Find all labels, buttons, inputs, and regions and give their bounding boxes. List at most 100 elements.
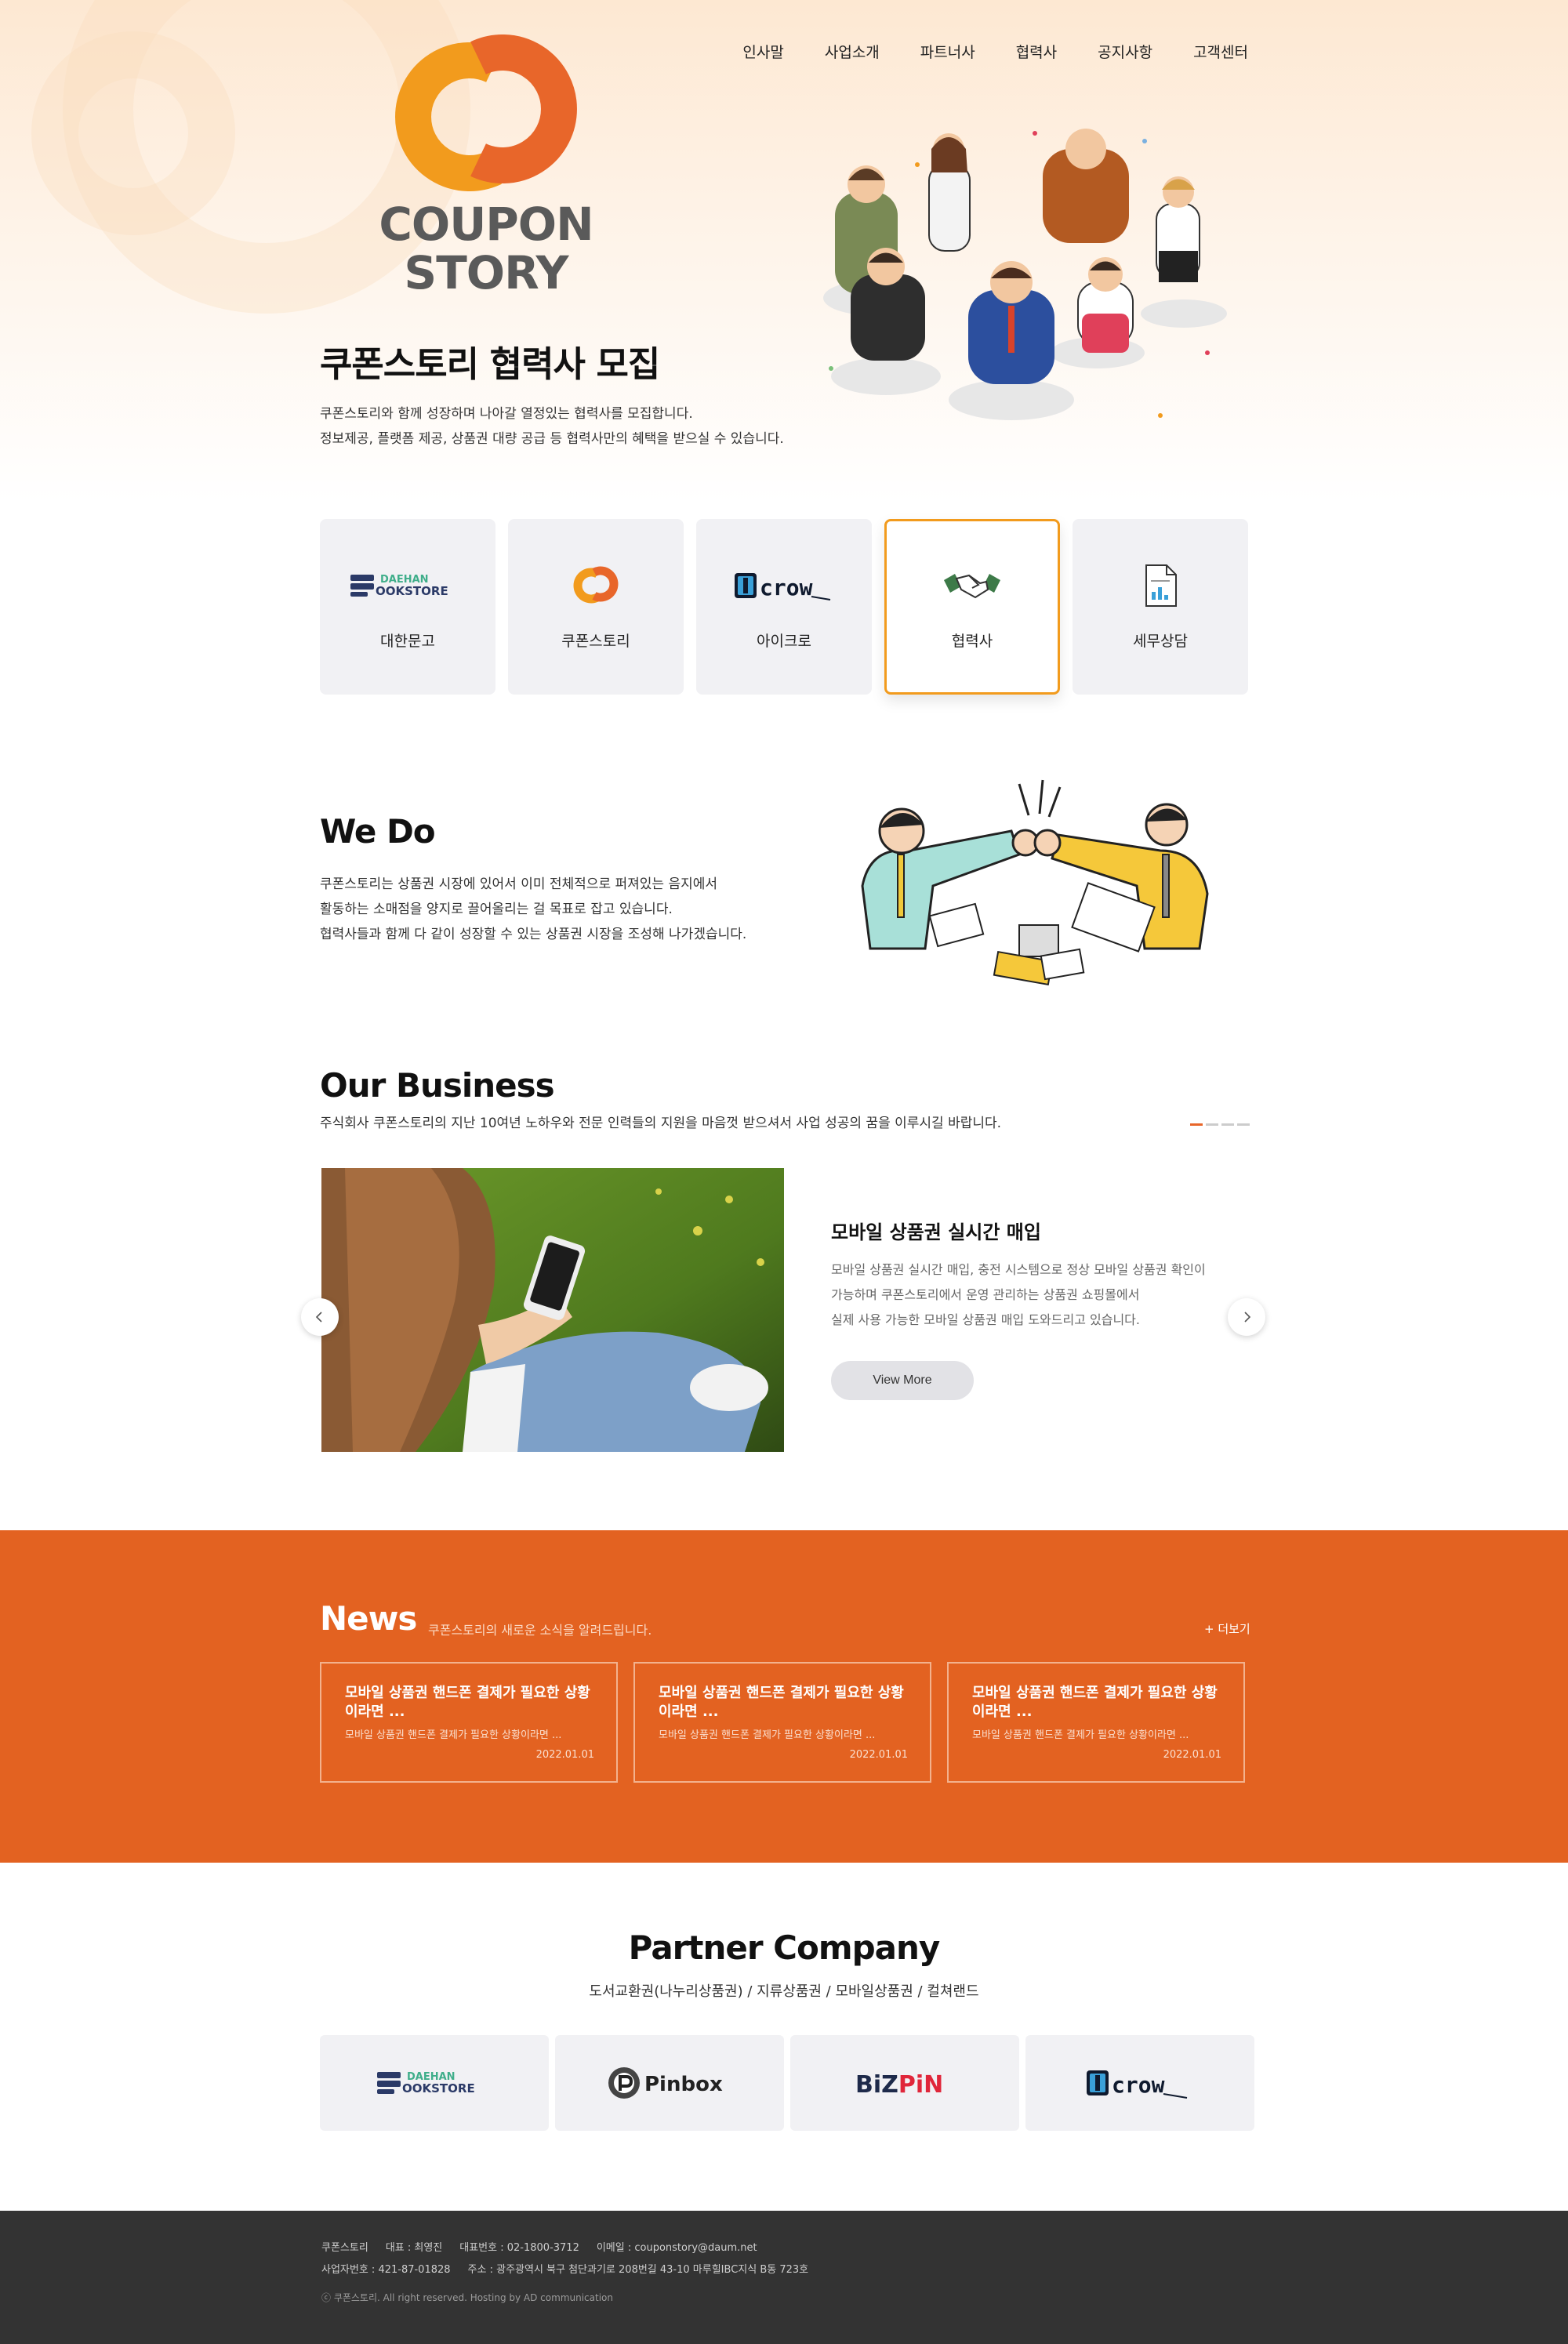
footer-company: 쿠폰스토리 [321,2242,368,2254]
logo-line-1: COUPON [379,198,593,251]
document-chart-icon [1142,564,1179,608]
slide-desc-line: 모바일 상품권 실시간 매입, 충전 시스템으로 정상 모바일 상품권 확인이 [831,1262,1206,1277]
news-card[interactable]: 모바일 상품권 핸드폰 결제가 필요한 상황이라면 ... 모바일 상품권 핸드… [320,1662,618,1783]
slide-description: 모바일 상품권 실시간 매입, 충전 시스템으로 정상 모바일 상품권 확인이 … [831,1257,1206,1333]
footer-info-row: 사업자번호 : 421-87-01828 주소 : 광주광역시 북구 첨단과기로… [321,2261,808,2276]
couponstory-logo[interactable] [376,34,596,194]
slider-dot[interactable] [1190,1123,1203,1126]
news-card-desc: 모바일 상품권 핸드폰 결제가 필요한 상황이라면 ... [659,1729,876,1741]
business-title: Our Business [320,1066,555,1105]
slide-title: 모바일 상품권 실시간 매입 [831,1221,1041,1243]
business-photo [321,1168,784,1452]
view-more-button[interactable]: View More [831,1361,974,1400]
hero-background [0,0,1568,502]
partners-title: Partner Company [628,1929,941,1967]
nav-support[interactable]: 고객센터 [1193,41,1248,62]
nav-greeting[interactable]: 인사말 [742,41,783,62]
hero-desc-line: 쿠폰스토리와 함께 성장하며 나아갈 열정있는 협력사를 모집합니다. [320,406,693,422]
nav-notice[interactable]: 공지사항 [1098,41,1152,62]
partner-icrow[interactable]: crow [1025,2035,1254,2131]
svg-text:OOKSTORE: OOKSTORE [402,2081,475,2095]
slider-prev-button[interactable] [301,1298,339,1336]
footer [0,2211,1568,2344]
news-subtitle: 쿠폰스토리의 새로운 소식을 알려드립니다. [428,1623,652,1638]
news-card-title: 모바일 상품권 핸드폰 결제가 필요한 상황이라면 ... [972,1685,1218,1720]
news-card-title: 모바일 상품권 핸드폰 결제가 필요한 상황이라면 ... [345,1685,590,1720]
partner-bizpin[interactable]: BiZPiN [790,2035,1019,2131]
slider-dot[interactable] [1221,1123,1234,1126]
wedo-line: 쿠폰스토리는 상품권 시장에 있어서 이미 전체적으로 퍼져있는 음지에서 [320,876,718,892]
card-label: 협력사 [951,632,993,650]
svg-text:OOKSTORE: OOKSTORE [376,584,448,598]
news-list: 모바일 상품권 핸드폰 결제가 필요한 상황이라면 ... 모바일 상품권 핸드… [320,1662,1245,1783]
fist-bump-illustration [855,776,1215,988]
logo-wordmark: COUPON STORY [376,200,596,297]
daehan-bookstore-logo: DAEHAN OOKSTORE [377,2071,475,2095]
icrow-logo: crow [1087,2070,1188,2099]
footer-bizno: 사업자번호 : 421-87-01828 [321,2264,451,2276]
hero-title: 쿠폰스토리 협력사 모집 [320,343,660,385]
card-label: 아이크로 [757,632,811,650]
footer-email[interactable]: 이메일 : couponstory@daum.net [597,2239,757,2254]
slider-next-button[interactable] [1228,1298,1265,1336]
svg-text:BiZPiN: BiZPiN [855,2071,943,2099]
news-card-desc: 모바일 상품권 핸드폰 결제가 필요한 상황이라면 ... [972,1729,1189,1741]
wedo-line: 협력사들과 함께 다 같이 성장할 수 있는 상품권 시장을 조성해 나가겠습니… [320,927,747,942]
nav-business[interactable]: 사업소개 [825,41,880,62]
card-daehan[interactable]: DAEHAN OOKSTORE 대한문고 [320,519,495,695]
footer-copyright: ⓒ 쿠폰스토리. All right reserved. Hosting by … [321,2292,613,2303]
top-nav: 인사말 사업소개 파트너사 협력사 공지사항 고객센터 [742,41,1248,62]
news-card-date: 2022.01.01 [1163,1749,1221,1761]
partners-subtitle: 도서교환권(나누리상품권) / 지류상품권 / 모바일상품권 / 컬쳐랜드 [589,1983,979,2000]
footer-phone: 대표번호 : 02-1800-3712 [459,2242,579,2254]
chevron-left-icon [315,1312,322,1323]
handshake-icon [941,564,1004,608]
card-label: 쿠폰스토리 [561,632,630,650]
slider-pagination [1190,1123,1250,1126]
slide-desc-line: 가능하며 쿠폰스토리에서 운영 관리하는 상품권 쇼핑몰에서 [831,1287,1140,1302]
svg-text:crow: crow [1112,2072,1165,2098]
daehan-bookstore-logo: DAEHAN OOKSTORE [349,564,466,608]
slide-desc-line: 실제 사용 가능한 모바일 상품권 매입 도와드리고 있습니다. [831,1312,1140,1327]
pinbox-logo: Pinbox [608,2067,723,2099]
hero-desc-line: 정보제공, 플랫폼 제공, 상품권 대량 공급 등 협력사만의 혜택을 받으실 … [320,431,784,447]
svg-text:crow: crow [760,575,813,601]
couponstory-logo-icon [568,564,624,608]
wedo-title: We Do [320,812,436,851]
card-tax-consulting[interactable]: 세무상담 [1073,519,1248,695]
card-label: 세무상담 [1133,632,1188,650]
quick-link-cards: DAEHAN OOKSTORE 대한문고 쿠폰스토리 crow 아이크로 협력사… [320,519,1248,695]
footer-address: 주소 : 광주광역시 북구 첨단과기로 208번길 43-10 마루힐IBC지식… [467,2264,809,2276]
nav-partners[interactable]: 파트너사 [920,41,975,62]
card-couponstory[interactable]: 쿠폰스토리 [508,519,684,695]
card-label: 대한문고 [380,632,435,650]
slider-dot[interactable] [1237,1123,1250,1126]
wedo-description: 쿠폰스토리는 상품권 시장에 있어서 이미 전체적으로 퍼져있는 음지에서 활동… [320,872,746,947]
partner-logos: DAEHAN OOKSTORE Pinbox BiZPiN crow [320,2035,1254,2131]
news-card-date: 2022.01.01 [535,1749,594,1761]
news-card[interactable]: 모바일 상품권 핸드폰 결제가 필요한 상황이라면 ... 모바일 상품권 핸드… [947,1662,1245,1783]
news-card-date: 2022.01.01 [849,1749,908,1761]
crowd-illustration [800,118,1239,455]
business-description: 주식회사 쿠폰스토리의 지난 10여년 노하우와 전문 인력들의 지원을 마음껏… [320,1116,1002,1131]
chevron-right-icon [1244,1312,1251,1323]
bizpin-logo: BiZPiN [855,2071,943,2099]
partner-pinbox[interactable]: Pinbox [555,2035,784,2131]
footer-info-row: 쿠폰스토리 대표 : 최영진 대표번호 : 02-1800-3712 이메일 :… [321,2239,757,2254]
nav-cooperators[interactable]: 협력사 [1016,41,1057,62]
hero-description: 쿠폰스토리와 함께 성장하며 나아갈 열정있는 협력사를 모집합니다. 정보제공… [320,401,784,452]
svg-text:Pinbox: Pinbox [644,2073,723,2096]
news-more-link[interactable]: + 더보기 [1204,1620,1250,1637]
logo-line-2: STORY [404,246,568,299]
news-card-title: 모바일 상품권 핸드폰 결제가 필요한 상황이라면 ... [659,1685,904,1720]
card-icrow[interactable]: crow 아이크로 [696,519,872,695]
card-cooperator[interactable]: 협력사 [884,519,1060,695]
news-card[interactable]: 모바일 상품권 핸드폰 결제가 필요한 상황이라면 ... 모바일 상품권 핸드… [633,1662,931,1783]
news-card-desc: 모바일 상품권 핸드폰 결제가 필요한 상황이라면 ... [345,1729,562,1741]
wedo-line: 활동하는 소매점을 양지로 끌어올리는 걸 목표로 잡고 있습니다. [320,902,673,917]
partner-daehan[interactable]: DAEHAN OOKSTORE [320,2035,549,2131]
slider-dot[interactable] [1206,1123,1218,1126]
news-title: News [320,1599,417,1638]
icrow-logo: crow [733,564,835,608]
footer-ceo: 대표 : 최영진 [385,2242,443,2254]
